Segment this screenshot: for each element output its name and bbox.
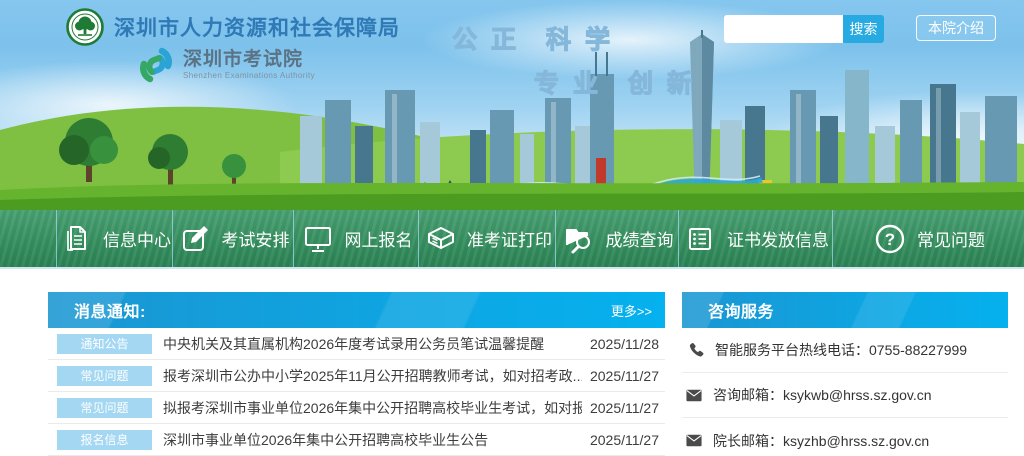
nav-item-score-inquiry[interactable]: 成绩查询: [555, 210, 678, 267]
nav-item-label: 准考证打印: [467, 231, 552, 250]
services-title: 咨询服务: [708, 304, 775, 321]
monitor-icon: [300, 221, 336, 257]
notice-date: 2025/11/28: [589, 335, 659, 352]
nav-item-faq[interactable]: ? 常见问题: [832, 210, 1024, 267]
mail-icon: [686, 389, 702, 402]
slogan-word: 科学: [545, 25, 625, 54]
slogan-word: 专业: [533, 69, 613, 98]
phone-icon: [686, 341, 704, 359]
notice-title-link[interactable]: 深圳市事业单位2026年集中公开招聘高校毕业生公告: [163, 430, 582, 450]
notice-title-link[interactable]: 中央机关及其直属机构2026年度考试录用公务员笔试温馨提醒: [163, 334, 582, 354]
service-text: 院长邮箱：ksyzhb@hrss.sz.gov.cn: [713, 432, 930, 449]
services-header: 咨询服务: [682, 292, 1008, 328]
search-bar: 搜索: [724, 15, 884, 43]
notice-tag: 通知公告: [57, 333, 152, 354]
exam-authority-logo-icon: [140, 47, 172, 83]
exam-authority-name: 深圳市考试院: [183, 49, 304, 71]
notice-tag: 常见问题: [57, 397, 152, 418]
bureau-tree-logo-icon: [66, 8, 104, 46]
slogan: 公正 科学 专业 创新: [451, 20, 722, 100]
notice-title-link[interactable]: 拟报考深圳市事业单位2026年集中公开招聘高校毕业生考试，如对报...: [163, 398, 582, 418]
notices-header: 消息通知: 更多>>: [48, 292, 665, 328]
top-banner: 深圳市人力资源和社会保障局 深圳市考试院 Shenzhen Examinatio…: [0, 0, 1024, 210]
bureau-name: 深圳市人力资源和社会保障局: [114, 17, 400, 40]
nav-item-label: 成绩查询: [605, 231, 674, 250]
question-circle-icon: ?: [872, 221, 908, 257]
svg-text:?: ?: [885, 230, 895, 249]
notice-title-link[interactable]: 报考深圳市公办中小学2025年11月公开招聘教师考试，如对招考政...: [163, 366, 582, 386]
printer-icon: [422, 221, 458, 257]
notice-row: 常见问题 报考深圳市公办中小学2025年11月公开招聘教师考试，如对招考政...…: [48, 360, 665, 392]
pencil-square-icon: [177, 221, 213, 257]
nav-item-label: 考试安排: [221, 231, 290, 250]
nav-item-exam-schedule[interactable]: 考试安排: [172, 210, 293, 267]
service-text: 咨询邮箱：ksykwb@hrss.sz.gov.cn: [713, 387, 932, 403]
notice-row: 通知公告 中央机关及其直属机构2026年度考试录用公务员笔试温馨提醒 2025/…: [48, 328, 665, 360]
exam-authority-name-en: Shenzhen Examinations Authority: [183, 70, 316, 80]
nav-item-label: 信息中心: [103, 231, 171, 250]
service-row: 智能服务平台热线电话：0755-88227999: [682, 328, 1008, 373]
nav-item-label: 常见问题: [917, 231, 985, 250]
nav-item-online-registration[interactable]: 网上报名: [293, 210, 418, 267]
slogan-word: 创新: [627, 69, 707, 98]
notices-panel: 消息通知: 更多>> 通知公告 中央机关及其直属机构2026年度考试录用公务员笔…: [48, 292, 665, 456]
exam-authority-logo-title[interactable]: 深圳市考试院 Shenzhen Examinations Authority: [138, 46, 315, 84]
notice-date: 2025/11/27: [589, 399, 659, 416]
nav-item-print-admission-ticket[interactable]: 准考证打印: [418, 210, 555, 267]
service-row: 院长邮箱：ksyzhb@hrss.sz.gov.cn: [682, 418, 1008, 456]
bureau-logo-title[interactable]: 深圳市人力资源和社会保障局: [66, 8, 400, 46]
slogan-word: 公正: [451, 25, 531, 54]
service-row: 咨询邮箱：ksykwb@hrss.sz.gov.cn: [682, 373, 1008, 418]
folder-magnifier-icon: [561, 221, 597, 257]
nav-item-info-center[interactable]: 信息中心: [56, 210, 172, 267]
notice-date: 2025/11/27: [589, 431, 659, 448]
notice-date: 2025/11/27: [589, 367, 659, 384]
service-text: 智能服务平台热线电话：0755-88227999: [715, 342, 968, 358]
more-link[interactable]: 更多>>: [611, 301, 652, 320]
search-button[interactable]: 搜索: [843, 15, 884, 43]
nav-item-label: 证书发放信息: [727, 231, 829, 250]
notice-tag: 报名信息: [57, 429, 152, 450]
notice-row: 报名信息 深圳市事业单位2026年集中公开招聘高校毕业生公告 2025/11/2…: [48, 424, 665, 456]
search-input[interactable]: [724, 15, 843, 43]
notices-title: 消息通知:: [74, 304, 146, 321]
main-navigation: 信息中心 考试安排 网上报名 准考证打印 成绩查询 证书发放信息 ? 常见问题: [0, 210, 1024, 269]
notice-tag: 常见问题: [57, 365, 152, 386]
nav-item-certificate-issuance[interactable]: 证书发放信息: [678, 210, 832, 267]
nav-item-label: 网上报名: [344, 231, 413, 250]
list-icon: [682, 221, 718, 257]
mail-icon: [686, 434, 702, 447]
main-content: 消息通知: 更多>> 通知公告 中央机关及其直属机构2026年度考试录用公务员笔…: [0, 269, 1024, 456]
about-institute-button[interactable]: 本院介绍: [916, 15, 996, 41]
services-panel: 咨询服务 智能服务平台热线电话：0755-88227999 咨询邮箱：ksykw…: [682, 292, 1008, 456]
document-icon: [58, 221, 94, 257]
notice-row: 常见问题 拟报考深圳市事业单位2026年集中公开招聘高校毕业生考试，如对报...…: [48, 392, 665, 424]
